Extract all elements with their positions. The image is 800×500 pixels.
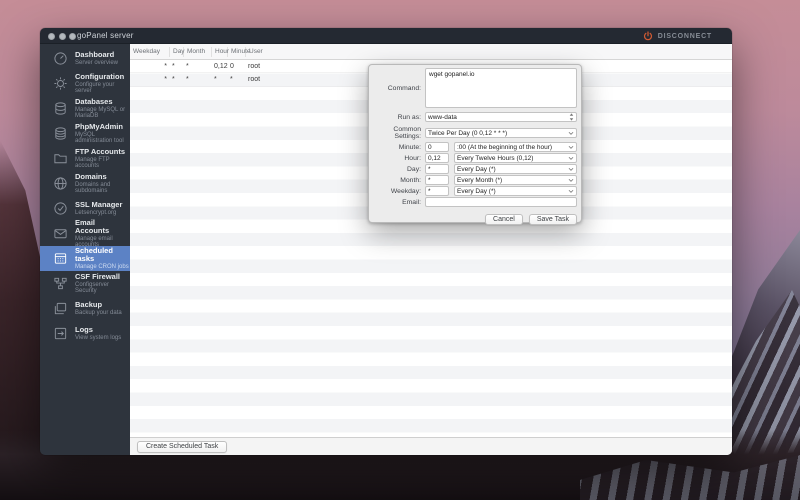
minute-select[interactable]: :00 (At the beginning of the hour) [454,142,577,152]
column-header-hour: Hour [212,46,229,57]
calendar-icon [53,251,68,266]
main-content: Weekday Day Month Hour Minute User * * *… [130,44,732,455]
save-task-button[interactable]: Save Task [528,214,577,225]
disconnect-button[interactable]: DISCONNECT [643,30,712,42]
minute-label: Minute: [398,143,421,151]
chevron-down-icon [568,156,574,161]
month-label: Month: [400,176,421,184]
zoom-window-button[interactable] [69,32,76,40]
network-nodes-icon [53,276,68,291]
log-arrow-icon [53,326,68,341]
column-header-day: Day [170,46,185,57]
day-select[interactable]: Every Day (*) [454,164,577,174]
sidebar-item-domains[interactable]: Domains Domains and subdomains [40,171,130,196]
cancel-button[interactable]: Cancel [485,214,523,225]
chevron-down-icon [568,178,574,183]
scheduled-task-dialog: Command: wget gopanel.io Run as: www-dat… [368,64,582,225]
sidebar-item-phpmyadmin[interactable]: PhpMyAdmin MySQL administration tool [40,121,130,146]
weekday-input[interactable] [425,186,449,196]
hour-select[interactable]: Every Twelve Hours (0,12) [454,153,577,163]
minute-input[interactable] [425,142,449,152]
sidebar-item-backup[interactable]: Backup Backup your data [40,296,130,321]
command-label: Command: [387,84,421,92]
day-label: Day: [407,165,421,173]
column-header-weekday: Weekday [130,46,170,57]
gauge-icon [53,51,68,66]
chevron-down-icon [568,131,574,136]
weekday-select[interactable]: Every Day (*) [454,186,577,196]
sidebar-item-configuration[interactable]: Configuration Configure your server [40,71,130,96]
sidebar-item-csf-firewall[interactable]: CSF Firewall Configserver Security [40,271,130,296]
month-input[interactable] [425,175,449,185]
app-window: goPanel server DISCONNECT Dashboard Serve… [40,28,732,455]
check-circle-icon [53,201,68,216]
chevron-down-icon [568,145,574,150]
sidebar-item-databases[interactable]: Databases Manage MySQL or MariaDB [40,96,130,121]
table-footer: Create Scheduled Task [130,437,732,455]
titlebar: goPanel server DISCONNECT [40,28,732,44]
close-window-button[interactable] [48,32,55,40]
sidebar-item-dashboard[interactable]: Dashboard Server overview [40,46,130,71]
weekday-label: Weekday: [390,187,421,195]
sidebar-item-email-accounts[interactable]: Email Accounts Manage email accounts [40,219,130,248]
day-input[interactable] [425,164,449,174]
create-scheduled-task-button[interactable]: Create Scheduled Task [137,440,228,453]
column-header-minute: Minute [228,46,251,57]
common-settings-select[interactable]: Twice Per Day (0 0,12 * * *) [425,128,577,138]
gear-icon [53,76,68,91]
chevron-down-icon [568,167,574,172]
hour-label: Hour: [404,154,421,162]
database-icon [53,101,68,116]
email-input[interactable] [425,197,577,207]
run-as-select[interactable]: www-data [425,112,577,122]
stepper-icon [569,113,574,121]
command-textarea[interactable]: wget gopanel.io [425,68,577,108]
sidebar: Dashboard Server overview Configuration Co… [40,44,130,455]
folder-icon [53,151,68,166]
disconnect-label: DISCONNECT [657,32,712,40]
sidebar-item-logs[interactable]: Logs View system logs [40,321,130,346]
hour-input[interactable] [425,153,449,163]
envelope-icon [53,226,68,241]
chevron-down-icon [568,189,574,194]
window-title: goPanel server [77,31,134,40]
power-icon [643,31,653,41]
common-settings-label: Common Settings: [393,126,421,140]
window-controls [48,32,76,40]
month-select[interactable]: Every Month (*) [454,175,577,185]
table-header: Weekday Day Month Hour Minute User [130,44,732,60]
sidebar-item-scheduled-tasks[interactable]: Scheduled tasks Manage CRON jobs [40,246,130,271]
column-header-month: Month [184,46,212,57]
minimize-window-button[interactable] [58,32,66,40]
sidebar-item-ssl-manager[interactable]: SSL Manager Letsencrypt.org [40,196,130,221]
sidebar-item-ftp-accounts[interactable]: FTP Accounts Manage FTP accounts [40,146,130,171]
globe-icon [53,176,68,191]
database-admin-icon [53,126,68,141]
email-label: Email: [402,198,421,206]
run-as-label: Run as: [397,113,421,121]
column-header-user: User [249,48,263,55]
copy-icon [53,301,68,316]
